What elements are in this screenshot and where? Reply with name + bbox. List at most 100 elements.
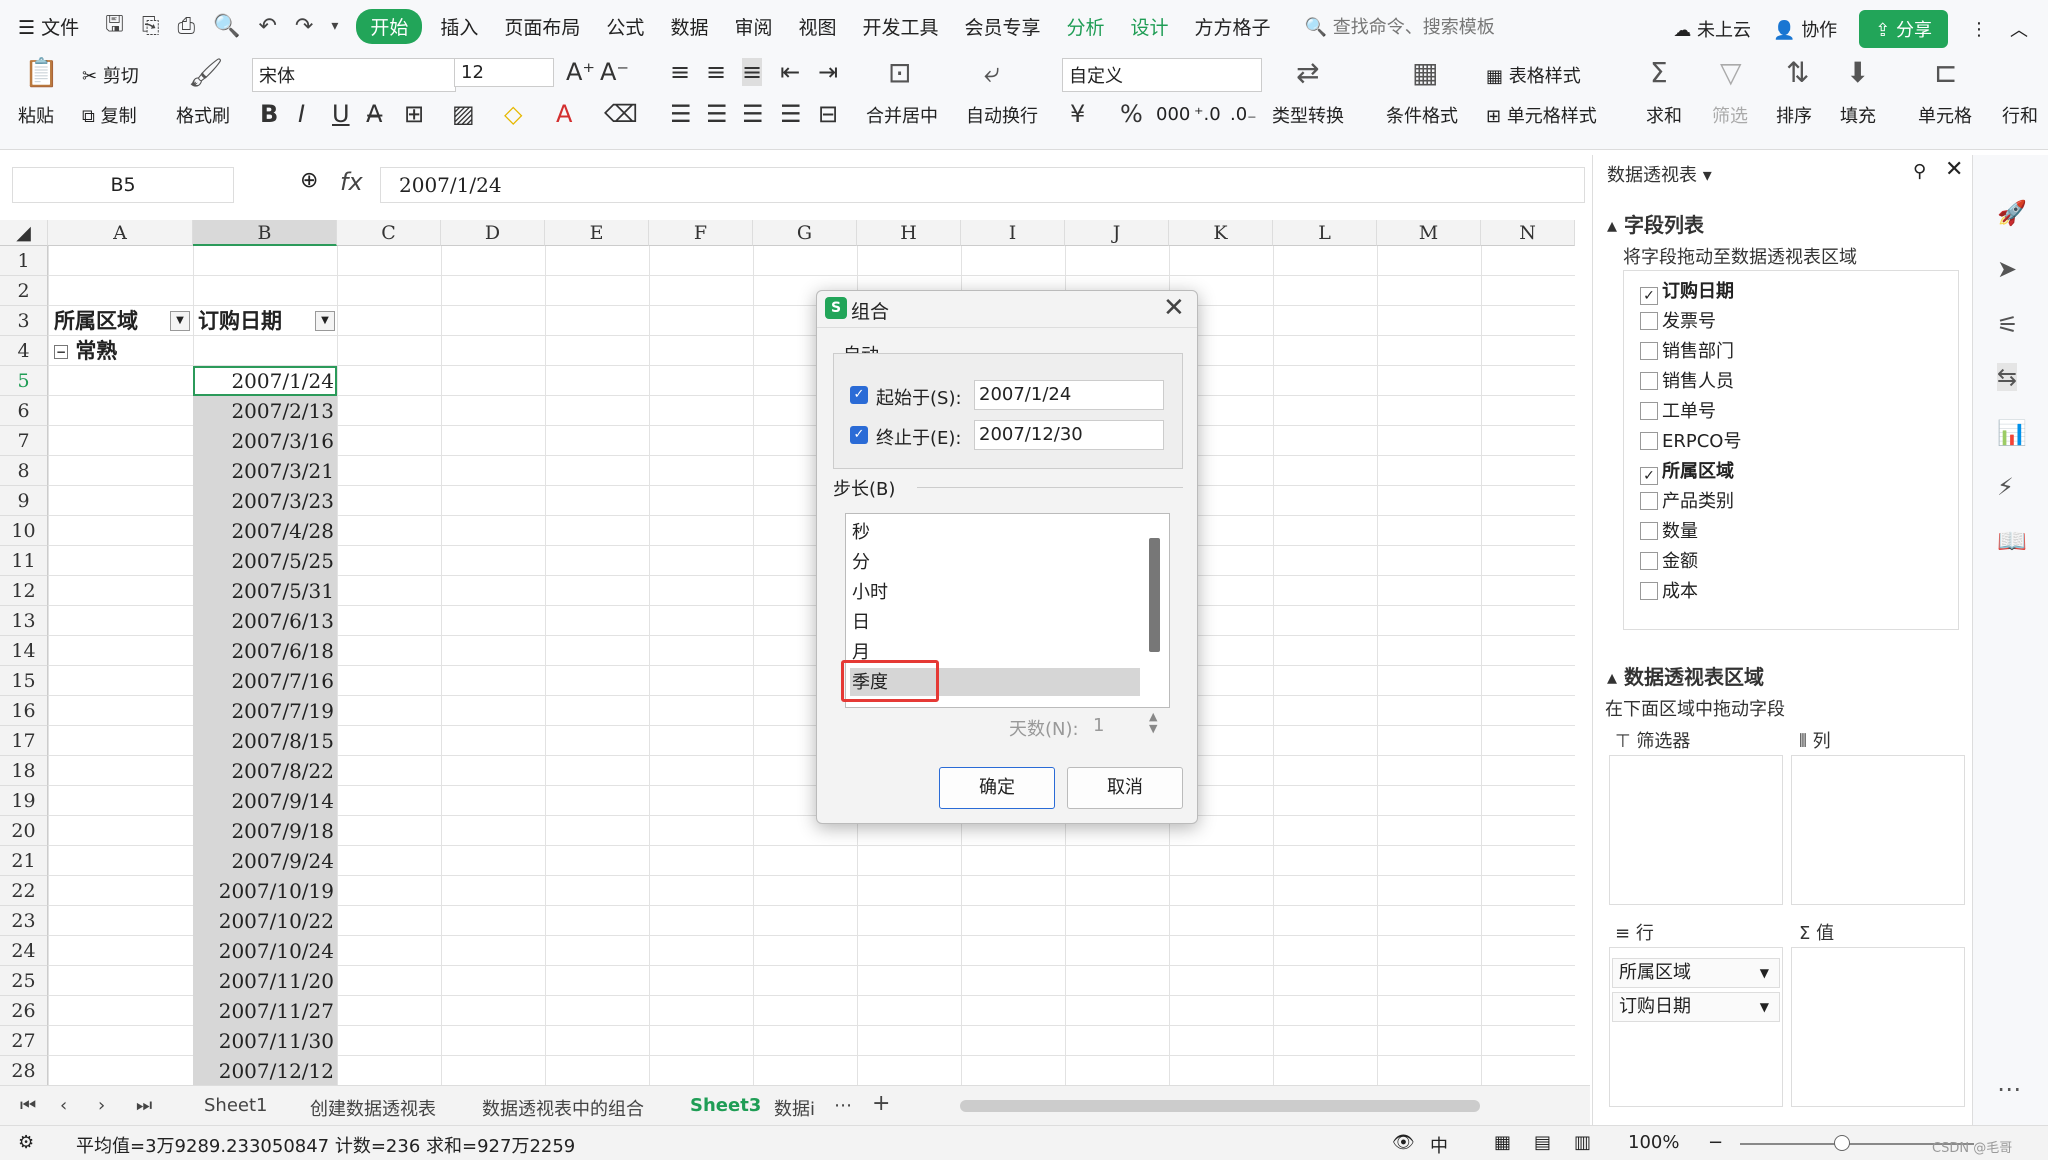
field-item[interactable]: 发票号 xyxy=(1640,307,1716,333)
filter-zone[interactable] xyxy=(1609,755,1783,905)
date-cell[interactable]: 2007/5/25 xyxy=(193,546,334,576)
row-header[interactable]: 3 xyxy=(0,306,48,336)
more-icon[interactable]: ⋯ xyxy=(1997,1075,2021,1103)
col-header-n[interactable]: N xyxy=(1481,220,1575,246)
col-header-a[interactable]: A xyxy=(48,220,193,246)
date-cell[interactable]: 2007/11/30 xyxy=(193,1026,334,1056)
collapse-toggle[interactable]: − xyxy=(54,345,68,359)
font-shrink-icon[interactable]: A⁻ xyxy=(600,58,629,86)
list-scrollbar[interactable] xyxy=(1149,538,1160,652)
date-cell[interactable]: 2007/10/19 xyxy=(193,876,334,906)
percent-icon[interactable]: % xyxy=(1120,100,1143,128)
font-size-select[interactable]: 12 xyxy=(454,58,554,87)
last-sheet-icon[interactable]: ⏭ xyxy=(136,1095,152,1116)
tab-page-layout[interactable]: 页面布局 xyxy=(504,13,580,40)
date-cell[interactable]: 2007/6/13 xyxy=(193,606,334,636)
wrap-icon[interactable]: ⤶ xyxy=(984,56,1000,90)
indent-left-icon[interactable]: ⇤ xyxy=(780,58,800,86)
date-cell[interactable]: 2007/5/31 xyxy=(193,576,334,606)
row-col-button[interactable]: 行和 xyxy=(2002,102,2038,128)
date-cell[interactable]: 2007/9/14 xyxy=(193,786,334,816)
underline-icon[interactable]: U xyxy=(332,100,350,128)
field-checkbox[interactable] xyxy=(1640,342,1658,360)
tab-review[interactable]: 审阅 xyxy=(734,13,772,40)
date-cell[interactable]: 2007/8/15 xyxy=(193,726,334,756)
copy-button[interactable]: ⧉ 复制 xyxy=(82,102,137,128)
redo-icon[interactable]: ↷ xyxy=(295,14,313,39)
lightning-icon[interactable]: ⚡ xyxy=(1997,473,2014,501)
group-row[interactable]: − 常熟 xyxy=(54,336,117,366)
align-top-icon[interactable]: ≡ xyxy=(670,58,690,86)
col-header-j[interactable]: J xyxy=(1065,220,1169,246)
field-item[interactable]: 销售部门 xyxy=(1640,337,1734,363)
align-center-icon[interactable]: ☰ xyxy=(706,100,728,128)
paste-button[interactable]: 粘贴 xyxy=(18,102,54,128)
spreadsheet-grid[interactable]: ◢ A B C D E F G H I J K L M N 1234567891… xyxy=(0,220,1575,1085)
row-header[interactable]: 18 xyxy=(0,756,48,786)
row-header[interactable]: 15 xyxy=(0,666,48,696)
normal-view-icon[interactable]: ▦ xyxy=(1494,1132,1511,1153)
row-header[interactable]: 10 xyxy=(0,516,48,546)
field-checkbox[interactable] xyxy=(1640,492,1658,510)
italic-icon[interactable]: I xyxy=(298,100,305,128)
row-header[interactable]: 24 xyxy=(0,936,48,966)
sort-icon[interactable]: ⇅ xyxy=(1786,56,1809,89)
close-icon[interactable]: ✕ xyxy=(1163,293,1185,323)
col-header-m[interactable]: M xyxy=(1377,220,1481,246)
merge-center-button[interactable]: 合并居中 xyxy=(866,102,938,128)
row-field-pill[interactable]: 所属区域 ▼ xyxy=(1612,958,1780,988)
chevron-down-icon[interactable]: ▾ xyxy=(331,18,338,34)
paste-icon[interactable]: 📋 xyxy=(24,56,59,89)
number-format-select[interactable]: 自定义 xyxy=(1062,58,1262,92)
date-cell[interactable]: 2007/10/22 xyxy=(193,906,334,936)
days-spinner-icon[interactable]: ▲ ▼ xyxy=(1149,711,1157,735)
fill-icon[interactable]: ⬇ xyxy=(1846,56,1869,89)
tab-pivot-group[interactable]: 数据透视表中的组合 xyxy=(482,1095,644,1121)
col-header-l[interactable]: L xyxy=(1273,220,1377,246)
cell-icon[interactable]: ⊏ xyxy=(1934,56,1957,89)
row-header[interactable]: 13 xyxy=(0,606,48,636)
row-header[interactable]: 26 xyxy=(0,996,48,1026)
date-cell[interactable]: 2007/7/19 xyxy=(193,696,334,726)
zoom-slider-thumb[interactable] xyxy=(1834,1135,1850,1151)
field-checkbox[interactable] xyxy=(1640,582,1658,600)
field-checkbox[interactable] xyxy=(1640,432,1658,450)
filter-icon[interactable]: ▽ xyxy=(1720,56,1742,89)
prev-sheet-icon[interactable]: ‹ xyxy=(60,1095,67,1116)
date-cell[interactable]: 2007/9/24 xyxy=(193,846,334,876)
field-checkbox[interactable] xyxy=(1640,372,1658,390)
col-header-k[interactable]: K xyxy=(1169,220,1273,246)
name-box[interactable]: B5 xyxy=(12,167,234,203)
more-sheets-icon[interactable]: ⋯ xyxy=(834,1095,852,1116)
conditional-format-icon[interactable]: ▦ xyxy=(1412,56,1438,89)
start-checkbox[interactable]: ✓ xyxy=(850,386,868,404)
tab-sheet1[interactable]: Sheet1 xyxy=(204,1095,268,1116)
field-item[interactable]: 产品类别 xyxy=(1640,487,1734,513)
tab-home[interactable]: 开始 xyxy=(356,8,423,44)
row-header[interactable]: 5 xyxy=(0,366,48,396)
field-item[interactable]: 工单号 xyxy=(1640,397,1716,423)
pivot-header-region[interactable]: 所属区域 xyxy=(54,306,138,336)
type-convert-icon[interactable]: ⇄ xyxy=(1296,56,1319,89)
row-header[interactable]: 27 xyxy=(0,1026,48,1056)
row-header[interactable]: 6 xyxy=(0,396,48,426)
date-cell[interactable]: 2007/3/16 xyxy=(193,426,334,456)
row-header[interactable]: 28 xyxy=(0,1056,48,1085)
type-convert-button[interactable]: 类型转换 xyxy=(1272,102,1344,128)
font-color-icon[interactable]: A xyxy=(556,100,572,128)
row-header[interactable]: 8 xyxy=(0,456,48,486)
pin-icon[interactable]: ⚲ xyxy=(1913,161,1926,182)
row-header[interactable]: 22 xyxy=(0,876,48,906)
date-cell[interactable]: 2007/12/12 xyxy=(193,1056,334,1085)
align-left-icon[interactable]: ☰ xyxy=(670,100,692,128)
justify-icon[interactable]: ☰ xyxy=(780,100,802,128)
row-header[interactable]: 14 xyxy=(0,636,48,666)
add-sheet-icon[interactable]: + xyxy=(872,1091,890,1116)
indent-right-icon[interactable]: ⇥ xyxy=(818,58,838,86)
conditional-format-button[interactable]: 条件格式 xyxy=(1386,102,1458,128)
distribute-icon[interactable]: ⊟ xyxy=(818,100,838,128)
cursor-icon[interactable]: ➤ xyxy=(1997,255,2017,283)
row-header[interactable]: 16 xyxy=(0,696,48,726)
fill-pattern-icon[interactable]: ▨ xyxy=(452,100,475,128)
horizontal-scrollbar[interactable] xyxy=(960,1100,1480,1112)
